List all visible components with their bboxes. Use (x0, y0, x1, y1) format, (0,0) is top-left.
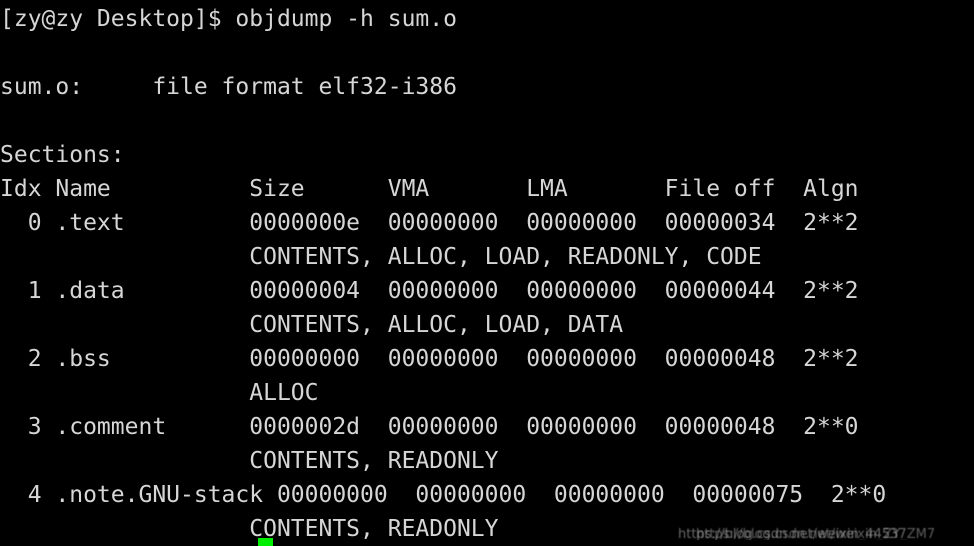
sections-label: Sections: (0, 142, 125, 168)
table-row-flags: CONTENTS, READONLY (0, 516, 499, 542)
sections-table-header: Idx Name Size VMA LMA File off Algn (0, 176, 859, 202)
prompt-command-line: [zy@zy Desktop]$ objdump -h sum.o (0, 6, 457, 32)
file-format-line: sum.o: file format elf32-i386 (0, 74, 457, 100)
table-row-flags: CONTENTS, READONLY (0, 448, 499, 474)
terminal-window[interactable]: [zy@zy Desktop]$ objdump -h sum.o sum.o:… (0, 0, 974, 546)
table-row: 2 .bss 00000000 00000000 00000000 000000… (0, 346, 859, 372)
table-row: 0 .text 0000000e 00000000 00000000 00000… (0, 210, 859, 236)
table-row-flags: CONTENTS, ALLOC, LOAD, READONLY, CODE (0, 244, 762, 270)
terminal-screen: [zy@zy Desktop]$ objdump -h sum.o sum.o:… (0, 0, 974, 546)
table-row-flags: ALLOC (0, 380, 319, 406)
terminal-cursor (258, 538, 273, 546)
table-row: 3 .comment 0000002d 00000000 00000000 00… (0, 414, 859, 440)
table-row: 4 .note.GNU-stack 00000000 00000000 0000… (0, 482, 887, 508)
table-row-flags: CONTENTS, ALLOC, LOAD, DATA (0, 312, 624, 338)
table-row: 1 .data 00000004 00000000 00000000 00000… (0, 278, 859, 304)
